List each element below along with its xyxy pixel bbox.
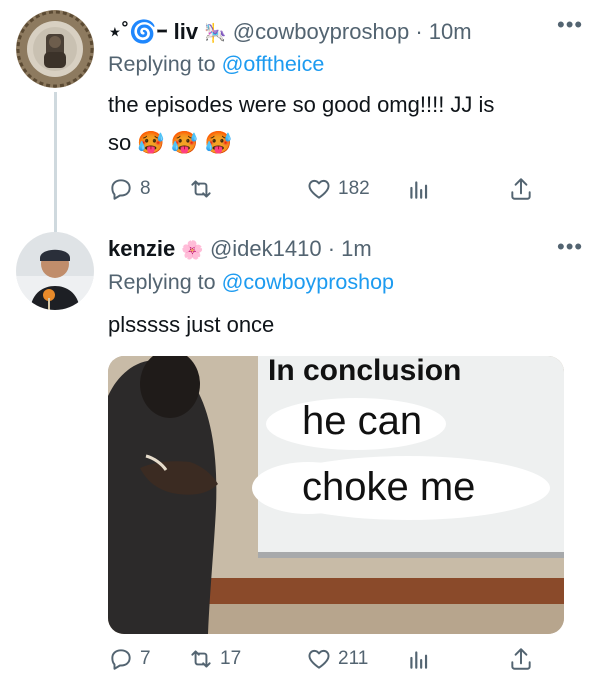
- reply-count: 8: [140, 178, 151, 199]
- replying-label: Replying to: [108, 52, 216, 76]
- user-handle[interactable]: @cowboyproshop: [233, 19, 409, 44]
- tweet-actions: 8 182: [108, 172, 607, 206]
- meme-illustration: In conclusion he can choke me: [108, 356, 564, 634]
- name-emoji: 🌸: [181, 240, 204, 260]
- tweet-text-word: so: [108, 130, 132, 155]
- tweet-text-line: the episodes were so good omg!!!! JJ is: [108, 92, 495, 117]
- more-options-icon[interactable]: •••: [557, 14, 585, 40]
- display-name[interactable]: ⋆˚🌀ｰ liv: [108, 19, 198, 44]
- avatar-kenzie[interactable]: [16, 232, 94, 310]
- reply-icon: [111, 179, 131, 200]
- tweet-actions: 7 17 211: [108, 642, 607, 676]
- analytics-icon: [410, 651, 428, 669]
- share-icon: [511, 178, 531, 200]
- share-button[interactable]: [508, 172, 534, 206]
- meme-line-2: choke me: [302, 465, 475, 509]
- replying-handle[interactable]: @cowboyproshop: [222, 270, 394, 294]
- like-button[interactable]: 211: [306, 642, 368, 676]
- meme-line-1: he can: [302, 399, 422, 443]
- separator-dot: ·: [327, 236, 342, 261]
- name-emoji: 🎠: [204, 23, 227, 43]
- replying-to: Replying to @cowboyproshop: [108, 270, 394, 295]
- avatar-liv[interactable]: [16, 10, 94, 88]
- timestamp[interactable]: 10m: [429, 19, 472, 44]
- retweet-icon: [191, 180, 211, 198]
- replying-handle[interactable]: @offtheice: [222, 52, 325, 76]
- more-options-icon[interactable]: •••: [557, 236, 585, 262]
- reply-button[interactable]: 8: [108, 172, 151, 206]
- reply-count: 7: [140, 648, 151, 669]
- retweet-count: 17: [220, 648, 242, 669]
- retweet-icon: [191, 650, 211, 668]
- share-icon: [511, 648, 531, 670]
- analytics-icon: [410, 181, 428, 199]
- user-handle[interactable]: @idek1410: [210, 236, 322, 261]
- reply-icon: [111, 649, 131, 670]
- like-count: 211: [338, 648, 369, 669]
- meme-image[interactable]: In conclusion he can choke me: [108, 356, 564, 634]
- analytics-button[interactable]: [406, 642, 432, 676]
- timestamp[interactable]: 1m: [341, 236, 372, 261]
- heart-icon: [308, 649, 330, 669]
- like-count: 182: [338, 178, 370, 199]
- tweet-text: plsssss just once: [108, 306, 274, 344]
- tweet-text: the episodes were so good omg!!!! JJ is …: [108, 86, 494, 162]
- meme-heading: In conclusion: [268, 356, 461, 387]
- retweet-button[interactable]: 17: [188, 642, 241, 676]
- tweet-liv[interactable]: ⋆˚🌀ｰ liv 🎠 @cowboyproshop · 10m ••• Repl…: [0, 0, 607, 232]
- hot-face-emoji: 🥵: [204, 130, 232, 155]
- retweet-button[interactable]: [188, 172, 220, 206]
- tweet-kenzie[interactable]: kenzie 🌸 @idek1410 · 1m ••• Replying to …: [0, 228, 607, 680]
- tweet-header: kenzie 🌸 @idek1410 · 1m: [108, 236, 559, 270]
- thread-connector-line: [54, 92, 57, 232]
- tweet-header: ⋆˚🌀ｰ liv 🎠 @cowboyproshop · 10m: [108, 14, 559, 48]
- tweet-text-line: plsssss just once: [108, 312, 275, 337]
- like-button[interactable]: 182: [306, 172, 370, 206]
- replying-label: Replying to: [108, 270, 216, 294]
- tweet-text-line-2: so 🥵 🥵 🥵: [108, 124, 494, 162]
- hot-face-emoji: 🥵: [170, 130, 199, 155]
- heart-icon: [308, 179, 330, 199]
- hot-face-emoji: 🥵: [137, 130, 165, 155]
- separator-dot: ·: [415, 19, 429, 44]
- display-name[interactable]: kenzie: [108, 236, 175, 261]
- reply-button[interactable]: 7: [108, 642, 151, 676]
- analytics-button[interactable]: [406, 172, 432, 206]
- replying-to: Replying to @offtheice: [108, 52, 324, 77]
- share-button[interactable]: [508, 642, 534, 676]
